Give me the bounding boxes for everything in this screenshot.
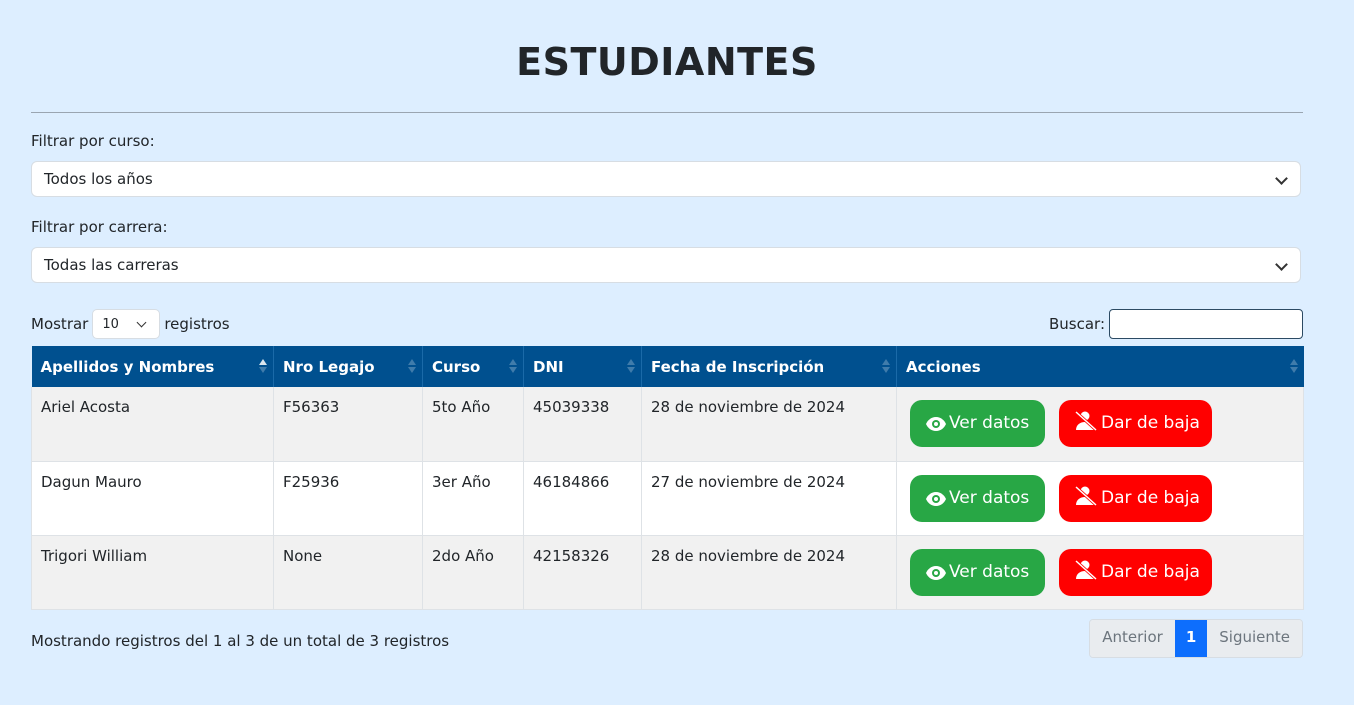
pagination-prev[interactable]: Anterior [1090, 620, 1175, 657]
pagination-next[interactable]: Siguiente [1207, 620, 1302, 657]
sort-icon [408, 359, 416, 373]
table-row: Ariel Acosta F56363 5to Año 45039338 28 … [31, 387, 1304, 462]
search-label: Buscar: [1048, 315, 1105, 333]
cell-curso: 3er Año [422, 461, 524, 536]
column-header-dni[interactable]: DNI [523, 346, 642, 387]
career-filter-label: Filtrar por carrera: [31, 218, 168, 236]
sort-icon [882, 359, 890, 373]
page-title: ESTUDIANTES [516, 40, 818, 84]
students-table: Apellidos y Nombres Nro Legajo Curso DNI… [31, 346, 1304, 610]
table-row: Trigori William None 2do Año 42158326 28… [31, 535, 1304, 610]
cell-fecha: 28 de noviembre de 2024 [641, 535, 897, 610]
cell-acciones: Ver datos Dar de baja [896, 387, 1304, 462]
remove-student-button[interactable]: Dar de baja [1059, 548, 1212, 596]
search-input[interactable] [1109, 309, 1303, 339]
eye-icon [926, 491, 946, 506]
column-header-legajo[interactable]: Nro Legajo [273, 346, 423, 387]
cell-nombre: Dagun Mauro [31, 461, 274, 536]
career-filter-value: Todas las carreras [44, 256, 179, 274]
sort-asc-icon [259, 359, 267, 373]
cell-legajo: F56363 [273, 387, 423, 462]
view-data-button[interactable]: Ver datos [910, 548, 1045, 596]
page-length-control: Mostrar 10 registros [31, 309, 230, 341]
course-filter-label: Filtrar por curso: [31, 132, 155, 150]
cell-acciones: Ver datos Dar de baja [896, 535, 1304, 610]
chevron-down-icon [1275, 258, 1288, 271]
eye-icon [926, 417, 946, 431]
cell-dni: 42158326 [523, 535, 642, 610]
pagination: Anterior 1 Siguiente [1089, 619, 1303, 658]
remove-student-button[interactable]: Dar de baja [1059, 474, 1212, 522]
remove-student-button[interactable]: Dar de baja [1059, 400, 1212, 447]
table-info: Mostrando registros del 1 al 3 de un tot… [31, 632, 450, 650]
cell-legajo: None [273, 535, 423, 610]
chevron-down-icon [1275, 172, 1288, 185]
cell-nombre: Trigori William [31, 535, 274, 610]
column-header-curso[interactable]: Curso [422, 346, 524, 387]
page-length-select[interactable]: 10 [92, 309, 161, 339]
career-filter-select[interactable]: Todas las carreras [31, 247, 1301, 283]
cell-dni: 46184866 [523, 461, 642, 536]
eye-icon [926, 565, 946, 580]
length-suffix: registros [164, 315, 230, 333]
length-prefix: Mostrar [31, 315, 89, 333]
cell-legajo: F25936 [273, 461, 423, 536]
view-data-button[interactable]: Ver datos [910, 474, 1045, 522]
column-header-nombre[interactable]: Apellidos y Nombres [31, 346, 274, 387]
cell-acciones: Ver datos Dar de baja [896, 461, 1304, 536]
user-slash-icon [1074, 410, 1098, 432]
cell-fecha: 28 de noviembre de 2024 [641, 387, 897, 462]
cell-curso: 2do Año [422, 535, 524, 610]
column-header-acciones[interactable]: Acciones [896, 346, 1304, 387]
course-filter-value: Todos los años [44, 170, 153, 188]
chevron-down-icon [136, 317, 147, 328]
cell-curso: 5to Año [422, 387, 524, 462]
sort-icon [627, 359, 635, 373]
title-divider [31, 112, 1303, 113]
search-control: Buscar: [1049, 309, 1303, 339]
user-slash-icon [1074, 485, 1098, 506]
sort-icon [509, 359, 517, 373]
sort-icon [1289, 359, 1298, 373]
table-row: Dagun Mauro F25936 3er Año 46184866 27 d… [31, 461, 1304, 536]
view-data-button[interactable]: Ver datos [910, 400, 1045, 447]
cell-fecha: 27 de noviembre de 2024 [641, 461, 897, 536]
course-filter-select[interactable]: Todos los años [31, 161, 1301, 197]
user-slash-icon [1074, 559, 1098, 580]
cell-dni: 45039338 [523, 387, 642, 462]
column-header-fecha[interactable]: Fecha de Inscripción [641, 346, 897, 387]
cell-nombre: Ariel Acosta [31, 387, 274, 462]
page-length-value: 10 [102, 317, 119, 332]
pagination-page-current[interactable]: 1 [1174, 620, 1208, 657]
table-header-row: Apellidos y Nombres Nro Legajo Curso DNI… [31, 346, 1304, 387]
